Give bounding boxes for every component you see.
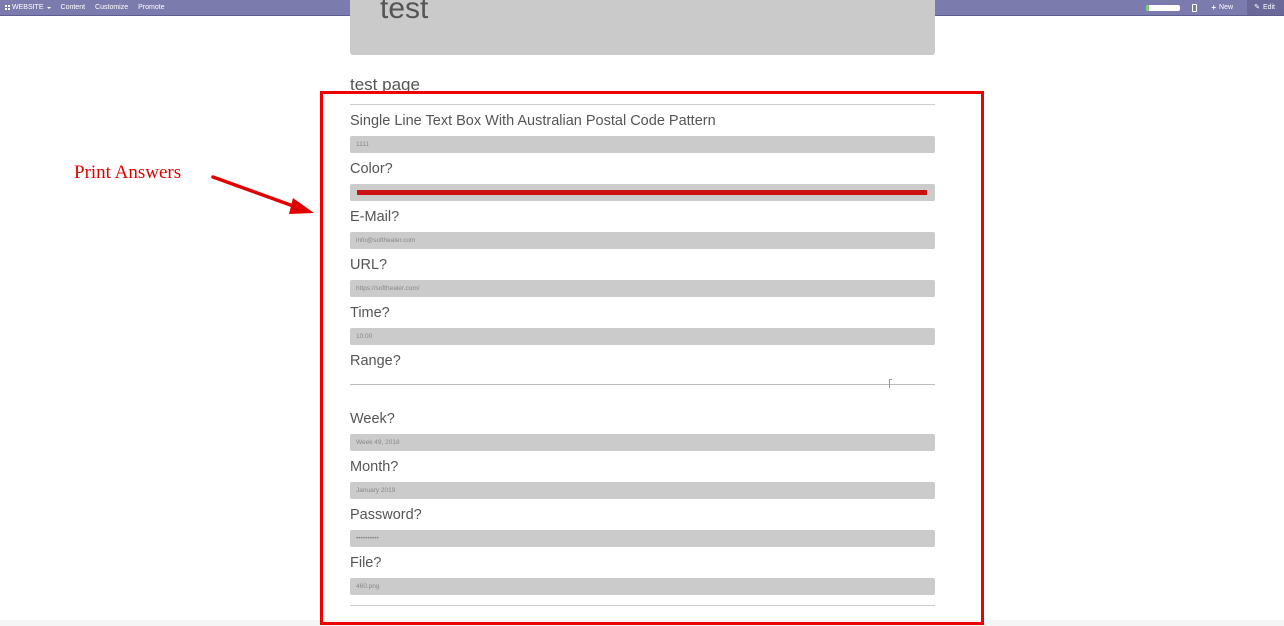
- annotation-arrow-icon: [211, 175, 314, 214]
